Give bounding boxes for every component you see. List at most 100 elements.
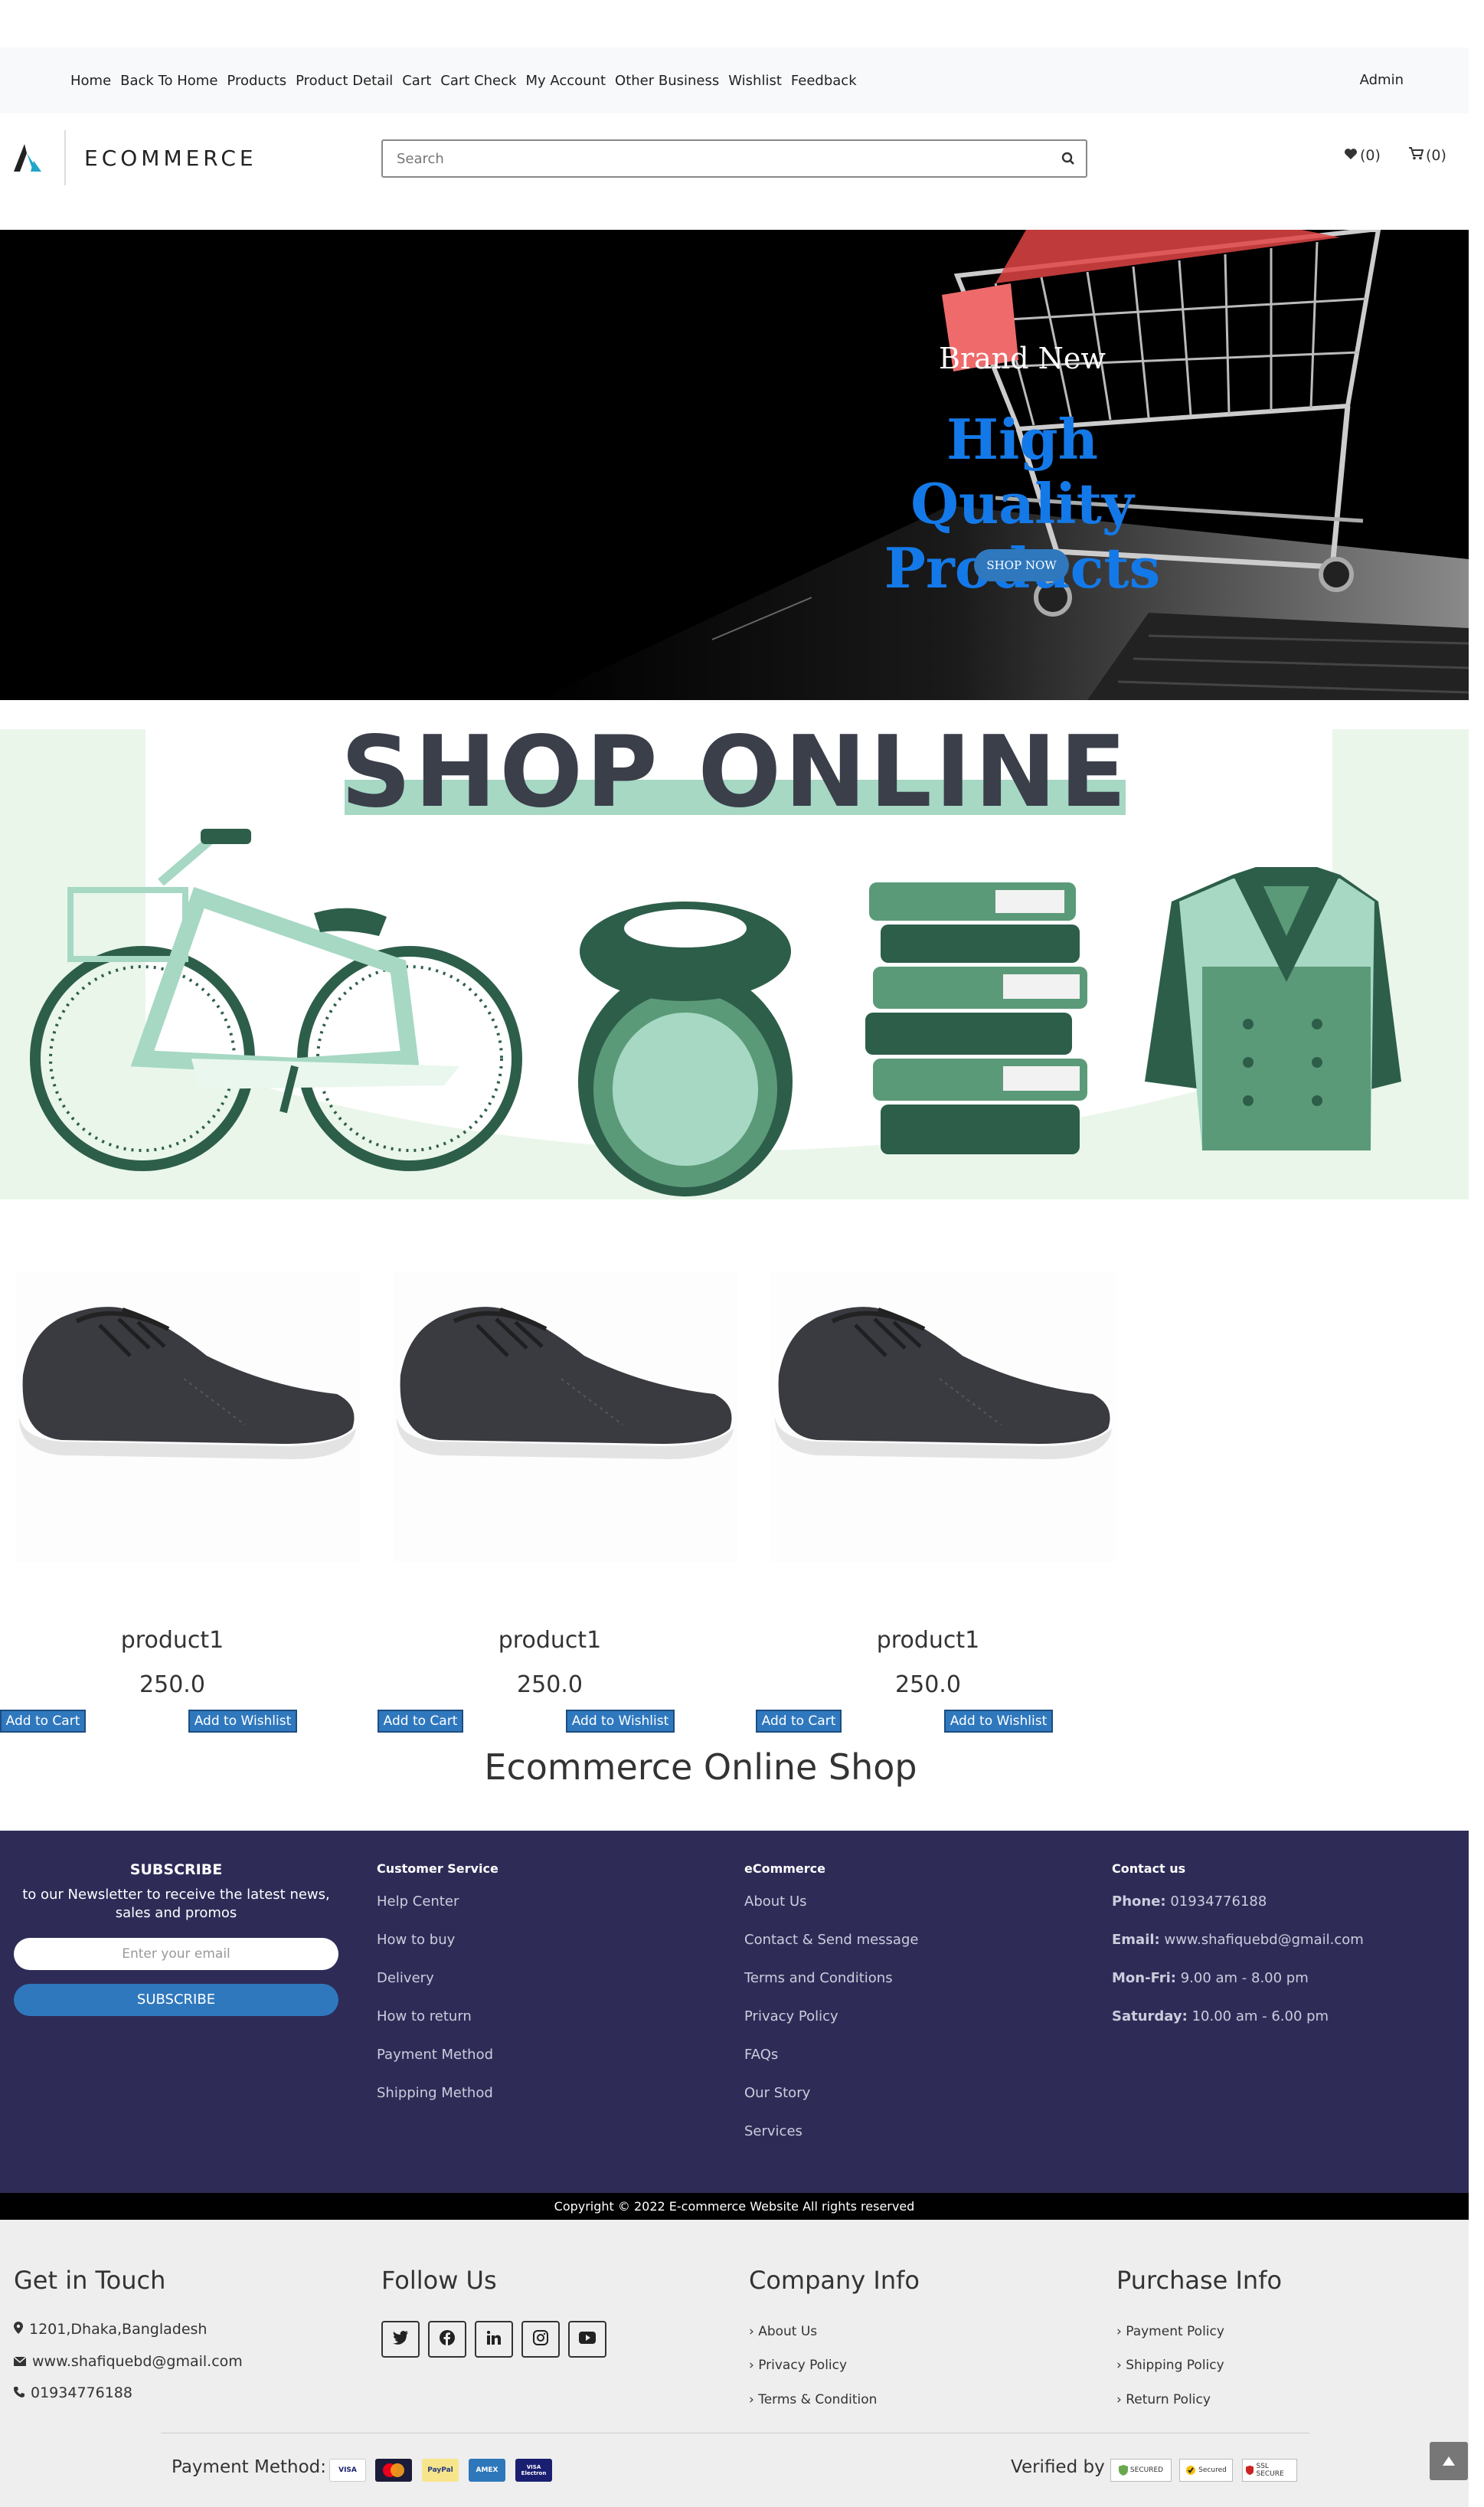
copyright-bar: Copyright © 2022 E-commerce Website All … — [0, 2193, 1469, 2220]
ssl-badge-icon: SSL SECURE — [1242, 2459, 1297, 2482]
hero-title-line1: High Quality — [910, 407, 1134, 536]
search-box — [381, 139, 1087, 178]
paypal-icon: PayPal — [422, 2459, 459, 2482]
hours-weekday-value: 9.00 am - 8.00 pm — [1180, 1970, 1309, 1986]
search-input[interactable] — [383, 141, 1041, 176]
ssl-badge-label: SSL SECURE — [1256, 2463, 1284, 2478]
nav-link-products[interactable]: Products — [227, 73, 286, 89]
nav-link-feedback[interactable]: Feedback — [791, 73, 857, 89]
footer-link[interactable]: Delivery — [377, 1970, 434, 1986]
nav-link-product-detail[interactable]: Product Detail — [296, 73, 393, 89]
footer-link[interactable]: Terms and Conditions — [744, 1970, 893, 1986]
email-text[interactable]: www.shafiquebd@gmail.com — [32, 2353, 243, 2370]
contact-email: Email: www.shafiquebd@gmail.com — [1112, 1932, 1364, 1948]
product-price: 250.0 — [139, 1671, 205, 1698]
company-info-link[interactable]: › Privacy Policy — [749, 2358, 847, 2373]
footer-link[interactable]: About Us — [744, 1893, 807, 1910]
payment-method-label: Payment Method: — [172, 2457, 327, 2477]
footer-link[interactable]: FAQs — [744, 2047, 778, 2063]
hours-saturday-label: Saturday: — [1112, 2008, 1188, 2024]
product-name[interactable]: product1 — [0, 1627, 345, 1654]
footer-link[interactable]: Payment Method — [377, 2047, 493, 2063]
newsletter-email-input[interactable]: Enter your email — [14, 1938, 338, 1970]
norton-badge-label: Secured — [1198, 2466, 1227, 2474]
nav-link-my-account[interactable]: My Account — [525, 73, 606, 89]
add-to-wishlist-button[interactable]: Add to Wishlist — [944, 1710, 1053, 1733]
add-to-cart-button[interactable]: Add to Cart — [0, 1710, 86, 1733]
product-image[interactable] — [393, 1272, 737, 1563]
footer-link[interactable]: Services — [744, 2123, 802, 2139]
search-icon[interactable] — [1061, 152, 1075, 169]
company-info-link[interactable]: › About Us — [749, 2324, 817, 2339]
envelope-icon — [13, 2353, 27, 2370]
chevron-right-icon: › — [1116, 2358, 1126, 2373]
chevron-right-icon: › — [1116, 2324, 1126, 2339]
bottom-info: Get in Touch 1201,Dhaka,Bangladesh www.s… — [0, 2220, 1469, 2507]
chevron-right-icon: › — [749, 2358, 759, 2373]
shop-title: Ecommerce Online Shop — [484, 1746, 917, 1788]
footer-link[interactable]: Our Story — [744, 2085, 810, 2101]
customer-service-column: Customer Service Help Center How to buy … — [377, 1861, 498, 2101]
footer-link[interactable]: Privacy Policy — [744, 2008, 838, 2024]
logo-icon[interactable] — [14, 142, 47, 176]
brand-name[interactable]: ECOMMERCE — [84, 146, 257, 171]
nav-link-other-business[interactable]: Other Business — [615, 73, 719, 89]
footer-link[interactable]: Contact & Send message — [744, 1932, 918, 1948]
product-price: 250.0 — [517, 1671, 583, 1698]
phone-text[interactable]: 01934776188 — [31, 2384, 132, 2401]
phone-icon — [14, 2384, 25, 2401]
chevron-up-icon — [1443, 2454, 1455, 2469]
company-info-title: Company Info — [749, 2266, 920, 2295]
product-image[interactable] — [15, 1272, 360, 1563]
ecommerce-title: eCommerce — [744, 1861, 826, 1876]
footer-link[interactable]: How to buy — [377, 1932, 455, 1948]
cart-link[interactable]: (0) — [1409, 147, 1446, 164]
add-to-wishlist-button[interactable]: Add to Wishlist — [188, 1710, 297, 1733]
footer-link[interactable]: Help Center — [377, 1893, 459, 1910]
sneaker-image — [19, 1307, 356, 1459]
purchase-info-link[interactable]: › Payment Policy — [1116, 2324, 1224, 2339]
youtube-button[interactable] — [568, 2321, 606, 2358]
purchase-info-title: Purchase Info — [1116, 2266, 1283, 2295]
amex-icon: AMEX — [469, 2459, 505, 2482]
company-info-link-label: About Us — [758, 2324, 818, 2339]
admin-link[interactable]: Admin — [1360, 47, 1404, 113]
compact-mirror-icon — [578, 902, 793, 1196]
nav-link-cart[interactable]: Cart — [402, 73, 431, 89]
scroll-to-top-button[interactable] — [1430, 2442, 1468, 2480]
chevron-right-icon: › — [1116, 2392, 1126, 2407]
nav-link-wishlist[interactable]: Wishlist — [728, 73, 782, 89]
wishlist-count: (0) — [1360, 147, 1381, 164]
footer-link[interactable]: How to return — [377, 2008, 472, 2024]
contact-email-value: www.shafiquebd@gmail.com — [1164, 1932, 1364, 1948]
product-name[interactable]: product1 — [756, 1627, 1100, 1654]
nav-link-cart-check[interactable]: Cart Check — [440, 73, 516, 89]
nav-link-home[interactable]: Home — [70, 73, 111, 89]
company-info-link[interactable]: › Terms & Condition — [749, 2392, 877, 2407]
footer-link[interactable]: Shipping Method — [377, 2085, 493, 2101]
add-to-cart-button[interactable]: Add to Cart — [756, 1710, 842, 1733]
product-image[interactable] — [771, 1272, 1116, 1563]
shop-online-banner: SHOP ONLINE — [0, 729, 1469, 1199]
instagram-button[interactable] — [521, 2321, 560, 2358]
footer: SUBSCRIBE to our Newsletter to receive t… — [0, 1831, 1469, 2193]
wishlist-link[interactable]: (0) — [1344, 147, 1381, 164]
purchase-info-link-label: Return Policy — [1126, 2392, 1211, 2407]
add-to-cart-button[interactable]: Add to Cart — [378, 1710, 463, 1733]
add-to-wishlist-button[interactable]: Add to Wishlist — [566, 1710, 675, 1733]
linkedin-icon — [486, 2330, 501, 2348]
subscribe-title: SUBSCRIBE — [129, 1861, 223, 1878]
secured-badge-label: SECURED — [1129, 2466, 1164, 2474]
facebook-button[interactable] — [428, 2321, 466, 2358]
contact-phone: Phone: 01934776188 — [1112, 1893, 1267, 1910]
follow-us-title: Follow Us — [381, 2266, 497, 2295]
purchase-info-link[interactable]: › Return Policy — [1116, 2392, 1211, 2407]
linkedin-button[interactable] — [475, 2321, 513, 2358]
verified-by-label: Verified by — [1011, 2457, 1105, 2477]
shop-now-button[interactable]: SHOP NOW — [974, 549, 1069, 581]
product-name[interactable]: product1 — [378, 1627, 722, 1654]
purchase-info-link[interactable]: › Shipping Policy — [1116, 2358, 1224, 2373]
nav-link-back-to-home[interactable]: Back To Home — [120, 73, 217, 89]
subscribe-button[interactable]: SUBSCRIBE — [14, 1984, 338, 2016]
twitter-button[interactable] — [381, 2321, 420, 2358]
